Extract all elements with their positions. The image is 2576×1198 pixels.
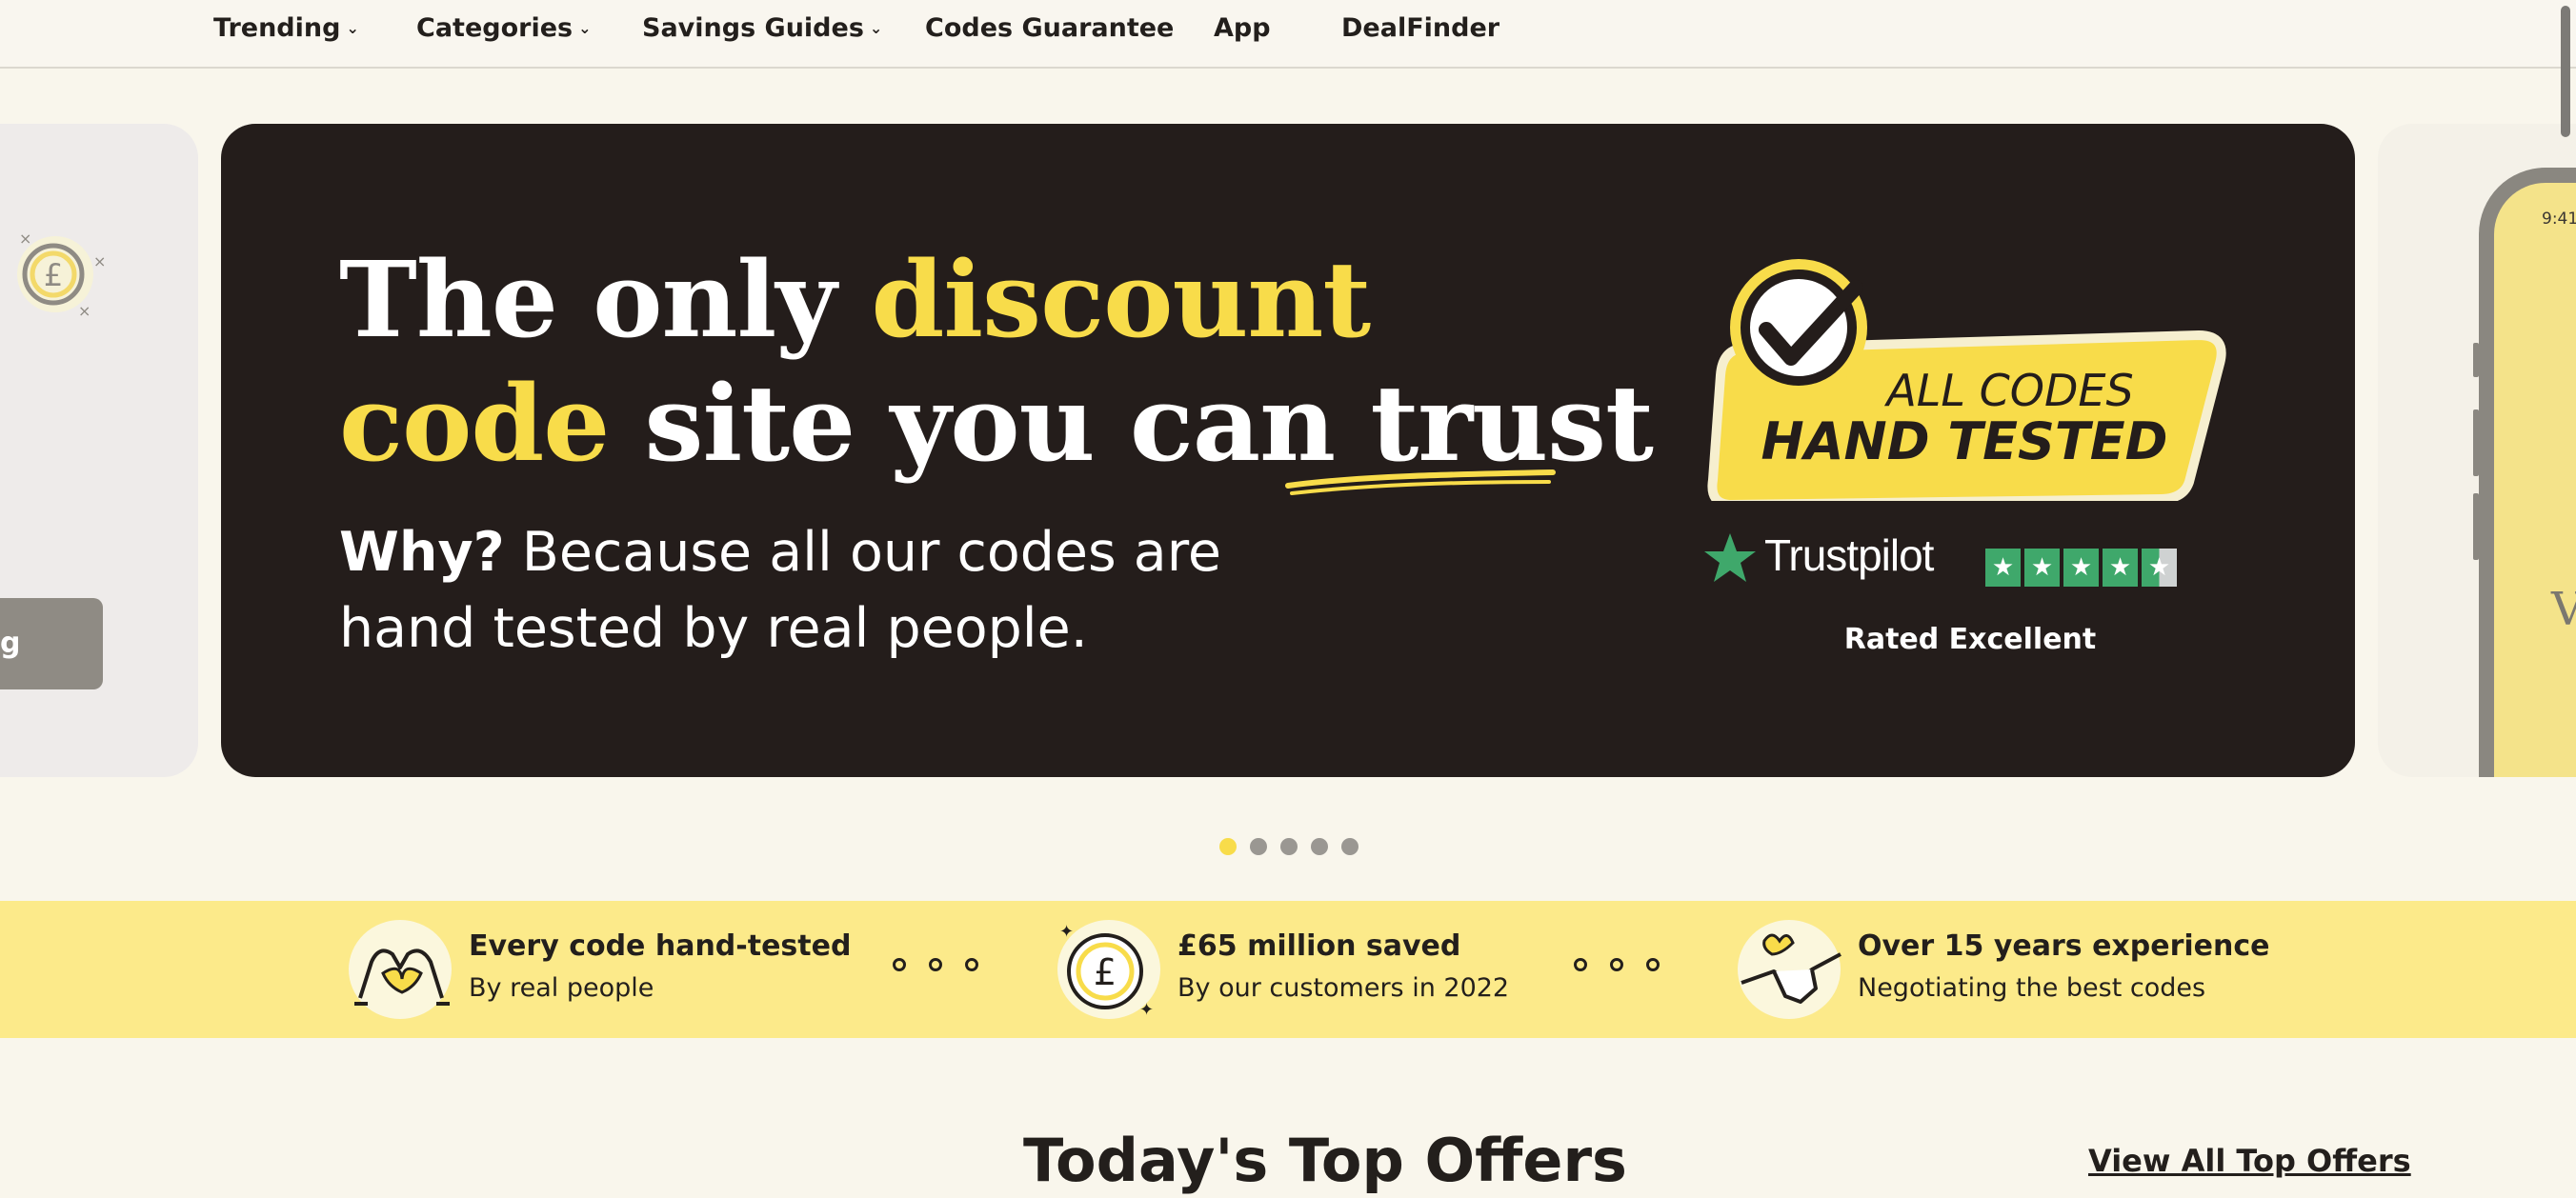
hero-subtitle-bold: Why? [339, 521, 505, 584]
trustpilot-rating-text: Rated Excellent [1843, 623, 2097, 656]
carousel-dot-3[interactable] [1280, 838, 1298, 855]
carousel-dot-2[interactable] [1250, 838, 1267, 855]
trustpilot-star-icon [1704, 533, 1756, 582]
hero-subtitle: Why? Because all our codes are hand test… [339, 514, 1387, 667]
separator-dot [1646, 958, 1660, 971]
feature-title: Every code hand-tested [469, 929, 852, 963]
nav-codes-guarantee-label: Codes Guarantee [925, 13, 1175, 43]
carousel-dot-1[interactable] [1219, 838, 1237, 855]
page-scrollbar[interactable] [2553, 0, 2576, 1198]
top-nav: Trending ⌄ Categories ⌄ Savings Guides ⌄ Co… [0, 0, 2576, 69]
nav-app-label: App [1214, 13, 1271, 43]
pound-coin-icon: £ ✦ ✦ [1057, 920, 1160, 1020]
svg-text:✦: ✦ [1059, 922, 1074, 942]
chevron-down-icon: ⌄ [346, 19, 359, 37]
trustpilot-rating-stars: ★ ★ ★ ★ ★ [1985, 549, 2177, 587]
hero-title-part: The only [339, 238, 872, 361]
star-icon: ★ [2103, 549, 2138, 587]
handshake-icon [1738, 920, 1841, 1019]
heart-hands-icon [349, 920, 452, 1019]
separator-dot [1610, 958, 1623, 971]
carousel-next-slide[interactable]: 9:41 V [2378, 124, 2576, 777]
nav-trending-label: Trending [213, 13, 341, 43]
hero-subtitle-line1: Because all our codes are [504, 521, 1221, 584]
separator-dot [893, 958, 906, 971]
carousel-prev-slide[interactable]: £ × × × g [0, 124, 198, 777]
star-icon: ★ [2063, 549, 2099, 587]
hero-title-highlight: code [339, 362, 610, 485]
star-icon: ★ [2024, 549, 2060, 587]
badge-line2: HAND TESTED [1761, 411, 2168, 471]
nav-app[interactable]: App [1214, 10, 1271, 48]
hero-title-highlight: discount [871, 238, 1371, 361]
nav-codes-guarantee[interactable]: Codes Guarantee [925, 10, 1174, 48]
nav-trending[interactable]: Trending ⌄ [213, 10, 359, 48]
svg-text:£: £ [44, 257, 63, 293]
half-star-icon: ★ [2142, 549, 2177, 587]
chevron-down-icon: ⌄ [869, 19, 883, 37]
nav-categories-label: Categories [416, 13, 574, 43]
underline-scribble [1285, 469, 1556, 495]
trustpilot-logo-text: Trustpilot [1764, 530, 1934, 580]
separator-dot [965, 958, 978, 971]
nav-categories[interactable]: Categories ⌄ [416, 10, 592, 48]
carousel-pagination [1219, 838, 1358, 855]
svg-text:×: × [19, 230, 31, 248]
feature-separator [893, 958, 978, 971]
feature-desc: By real people [469, 973, 654, 1003]
prev-slide-button[interactable]: g [0, 598, 103, 689]
feature-separator [1574, 958, 1660, 971]
features-strip: Every code hand-tested By real people £ … [0, 901, 2576, 1038]
feature-desc: By our customers in 2022 [1177, 973, 1510, 1003]
scrollbar-thumb[interactable] [2561, 6, 2570, 137]
star-icon: ★ [1985, 549, 2021, 587]
svg-text:×: × [78, 302, 91, 320]
svg-text:×: × [93, 252, 105, 270]
feature-title: £65 million saved [1177, 929, 1461, 963]
carousel-dot-4[interactable] [1311, 838, 1328, 855]
separator-dot [929, 958, 942, 971]
carousel-dot-5[interactable] [1341, 838, 1358, 855]
pound-coin-icon: £ × × × [17, 230, 105, 320]
view-all-top-offers-link[interactable]: View All Top Offers [2088, 1143, 2411, 1179]
nav-dealfinder[interactable]: DealFinder [1341, 10, 1499, 48]
top-offers-title: Today's Top Offers [1023, 1126, 1627, 1195]
nav-savings-guides-label: Savings Guides [642, 13, 864, 43]
hand-tested-badge: ALL CODES HAND TESTED [1707, 259, 2226, 501]
chevron-down-icon: ⌄ [578, 19, 592, 37]
nav-savings-guides[interactable]: Savings Guides ⌄ [642, 10, 882, 48]
hero-slide[interactable]: The only discount code site you can trus… [221, 124, 2355, 777]
hero-subtitle-line2: hand tested by real people. [339, 597, 1088, 660]
nav-dealfinder-label: DealFinder [1341, 13, 1500, 43]
hero-title-part: site you can [609, 362, 1371, 485]
svg-text:£: £ [1094, 951, 1117, 993]
feature-title: Over 15 years experience [1858, 929, 2270, 963]
badge-line1: ALL CODES [1883, 365, 2133, 416]
hero-title: The only discount code site you can trus… [339, 238, 1673, 486]
svg-text:✦: ✦ [1139, 1000, 1154, 1020]
feature-desc: Negotiating the best codes [1858, 973, 2206, 1003]
separator-dot [1574, 958, 1587, 971]
